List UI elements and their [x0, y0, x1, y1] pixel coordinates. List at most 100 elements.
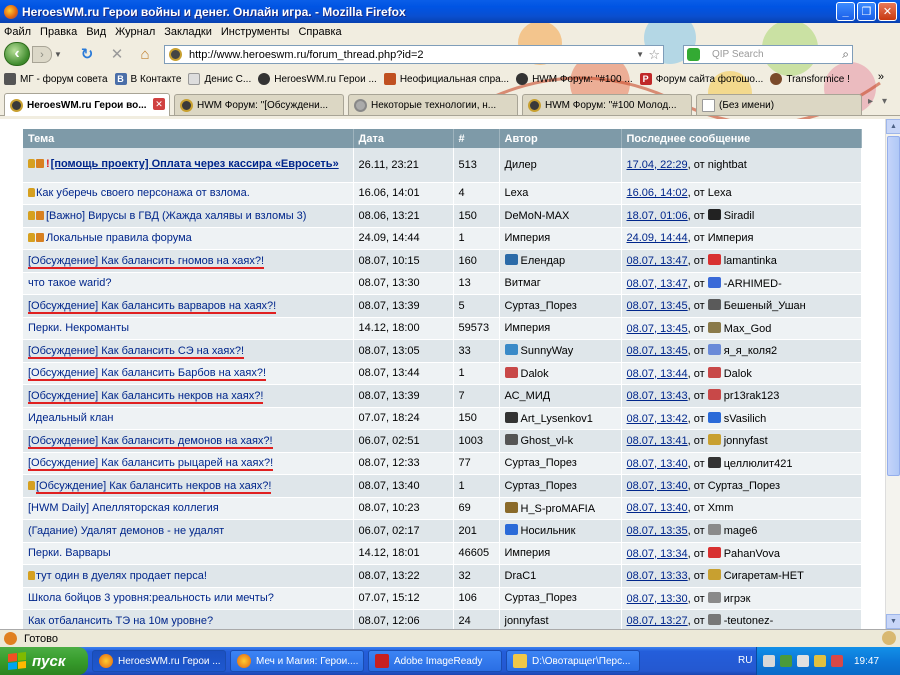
maximize-button[interactable]: ❐ — [857, 2, 876, 21]
author-name[interactable]: Суртаз_Порез — [505, 457, 577, 469]
last-post-link[interactable]: 08.07, 13:47 — [627, 278, 688, 290]
topic-link[interactable]: тут один в дуелях продает перса! — [36, 570, 207, 582]
clan-icon[interactable] — [707, 389, 721, 401]
author-name[interactable]: Витмаг — [505, 277, 541, 289]
language-indicator[interactable]: RU — [738, 655, 752, 666]
clan-icon[interactable] — [504, 344, 518, 356]
author-name[interactable]: Империя — [505, 547, 551, 559]
last-post-author[interactable]: Бешеный_Ушан — [724, 300, 806, 312]
topic-link[interactable]: [HWM Daily] Апелляторская коллегия — [28, 502, 219, 514]
tray-app-icon[interactable] — [797, 655, 809, 667]
author-name[interactable]: DraC1 — [505, 570, 537, 582]
url-text[interactable]: http://www.heroeswm.ru/forum_thread.php?… — [189, 49, 424, 61]
author-name[interactable]: Ghost_vl-k — [521, 435, 574, 447]
topic-link[interactable]: [Обсуждение] Как балансить СЭ на хаях?! — [28, 344, 245, 359]
menu-tools[interactable]: Инструменты — [221, 26, 290, 38]
clan-icon[interactable] — [707, 434, 721, 446]
scroll-thumb[interactable] — [887, 136, 900, 476]
menu-edit[interactable]: Правка — [40, 26, 77, 38]
author-name[interactable]: Елендар — [521, 255, 566, 267]
last-post-author[interactable]: pr13rak123 — [724, 390, 780, 402]
author-name[interactable]: Lexa — [505, 187, 529, 199]
clan-icon[interactable] — [504, 411, 518, 423]
author-name[interactable]: Носильник — [521, 525, 576, 537]
last-post-link[interactable]: 16.06, 14:02 — [627, 187, 688, 199]
tab-heroeswm[interactable]: HeroesWM.ru Герои во... ✕ — [4, 93, 170, 116]
author-name[interactable]: SunnyWay — [521, 345, 574, 357]
search-icon[interactable]: ⌕ — [842, 47, 849, 62]
author-name[interactable]: jonnyfast — [505, 615, 549, 627]
last-post-author[interactable]: mage6 — [724, 525, 758, 537]
last-post-author[interactable]: Xmm — [708, 502, 734, 514]
last-post-link[interactable]: 08.07, 13:40 — [627, 502, 688, 514]
bookmark-star-icon[interactable]: ☆ — [648, 47, 660, 63]
topic-link[interactable]: [Обсуждение] Как балансить гномов на хая… — [28, 254, 265, 269]
last-post-author[interactable]: PahanVova — [724, 548, 780, 560]
last-post-author[interactable]: целлюлит421 — [724, 458, 793, 470]
last-post-link[interactable]: 08.07, 13:30 — [627, 593, 688, 605]
clan-icon[interactable] — [504, 366, 518, 378]
last-post-author[interactable]: Империя — [708, 232, 754, 244]
home-icon[interactable]: ⌂ — [136, 45, 154, 63]
last-post-link[interactable]: 08.07, 13:27 — [627, 615, 688, 627]
last-post-author[interactable]: Суртаз_Порез — [708, 480, 780, 492]
last-post-link[interactable]: 08.07, 13:44 — [627, 368, 688, 380]
topic-link[interactable]: [Важно] Вирусы в ГВД (Жажда халявы и взл… — [46, 210, 306, 222]
last-post-link[interactable]: 08.07, 13:45 — [627, 323, 688, 335]
menu-history[interactable]: Журнал — [115, 26, 155, 38]
search-input[interactable]: QIP Search ⌕ — [683, 45, 853, 64]
clan-icon[interactable] — [707, 276, 721, 288]
bookmark-item[interactable]: Transformice ! — [770, 73, 850, 85]
url-dropdown-icon[interactable]: ▼ — [636, 50, 644, 59]
author-name[interactable]: Суртаз_Порез — [505, 480, 577, 492]
last-post-author[interactable]: -ARHIMED- — [724, 278, 782, 290]
clan-icon[interactable] — [707, 344, 721, 356]
topic-link[interactable]: [Обсуждение] Как балансить рыцарей на ха… — [28, 457, 274, 472]
last-post-author[interactable]: Max_God — [724, 323, 772, 335]
clan-icon[interactable] — [707, 366, 721, 378]
back-button[interactable]: ‹ — [4, 42, 30, 66]
history-dropdown-icon[interactable]: ▼ — [54, 50, 62, 59]
menu-help[interactable]: Справка — [298, 26, 341, 38]
last-post-author[interactable]: игрэк — [724, 593, 751, 605]
author-name[interactable]: Империя — [505, 232, 551, 244]
last-post-link[interactable]: 24.09, 14:44 — [627, 232, 688, 244]
tab-hwm-forum[interactable]: HWM Форум: "[Обсуждени... — [174, 94, 344, 115]
network-icon[interactable] — [780, 655, 792, 667]
last-post-link[interactable]: 08.07, 13:34 — [627, 548, 688, 560]
clan-icon[interactable] — [707, 569, 721, 581]
topic-link[interactable]: [Обсуждение] Как балансить варваров на х… — [28, 299, 277, 314]
last-post-link[interactable]: 08.07, 13:47 — [627, 255, 688, 267]
author-name[interactable]: Art_Lysenkov1 — [521, 413, 593, 425]
tab-close-icon[interactable]: ✕ — [153, 98, 165, 110]
last-post-author[interactable]: Siradil — [724, 210, 755, 222]
antivirus-icon[interactable] — [814, 655, 826, 667]
clan-icon[interactable] — [707, 411, 721, 423]
bookmark-item[interactable]: МГ - форум совета — [4, 73, 108, 85]
last-post-link[interactable]: 08.07, 13:43 — [627, 390, 688, 402]
last-post-link[interactable]: 08.07, 13:35 — [627, 525, 688, 537]
tab-technologies[interactable]: Некоторые технологии, н... — [348, 94, 518, 115]
reload-icon[interactable]: ↻ — [78, 45, 96, 63]
minimize-button[interactable]: _ — [836, 2, 855, 21]
topic-link[interactable]: Школа бойцов 3 уровня:реальность или меч… — [28, 592, 274, 604]
last-post-link[interactable]: 08.07, 13:40 — [627, 458, 688, 470]
last-post-link[interactable]: 08.07, 13:33 — [627, 570, 688, 582]
url-bar[interactable]: http://www.heroeswm.ru/forum_thread.php?… — [164, 45, 664, 64]
topic-link[interactable]: [помощь проекту] Оплата через кассира «Е… — [51, 158, 339, 170]
tab-hwm-forum-100[interactable]: HWM Форум: "#100 Молод... — [522, 94, 692, 115]
tab-untitled[interactable]: (Без имени) — [696, 94, 862, 115]
topic-link[interactable]: (Гадание) Удалят демонов - не удалят — [28, 525, 224, 537]
security-icon[interactable] — [831, 655, 843, 667]
last-post-link[interactable]: 08.07, 13:45 — [627, 345, 688, 357]
topic-link[interactable]: Перки. Варвары — [28, 547, 111, 559]
addon-icon[interactable] — [882, 631, 896, 645]
vertical-scrollbar[interactable]: ▲ ▼ — [885, 119, 900, 629]
topic-link[interactable]: [Обсуждение] Как балансить демонов на ха… — [28, 434, 273, 449]
author-name[interactable]: Dalok — [521, 368, 549, 380]
last-post-author[interactable]: nightbat — [708, 159, 747, 171]
last-post-author[interactable]: Lexa — [708, 187, 732, 199]
tab-list-icon[interactable]: ▾ — [882, 96, 887, 107]
topic-link[interactable]: Как уберечь своего персонажа от взлома. — [36, 187, 250, 199]
topic-link[interactable]: Локальные правила форума — [46, 232, 192, 244]
